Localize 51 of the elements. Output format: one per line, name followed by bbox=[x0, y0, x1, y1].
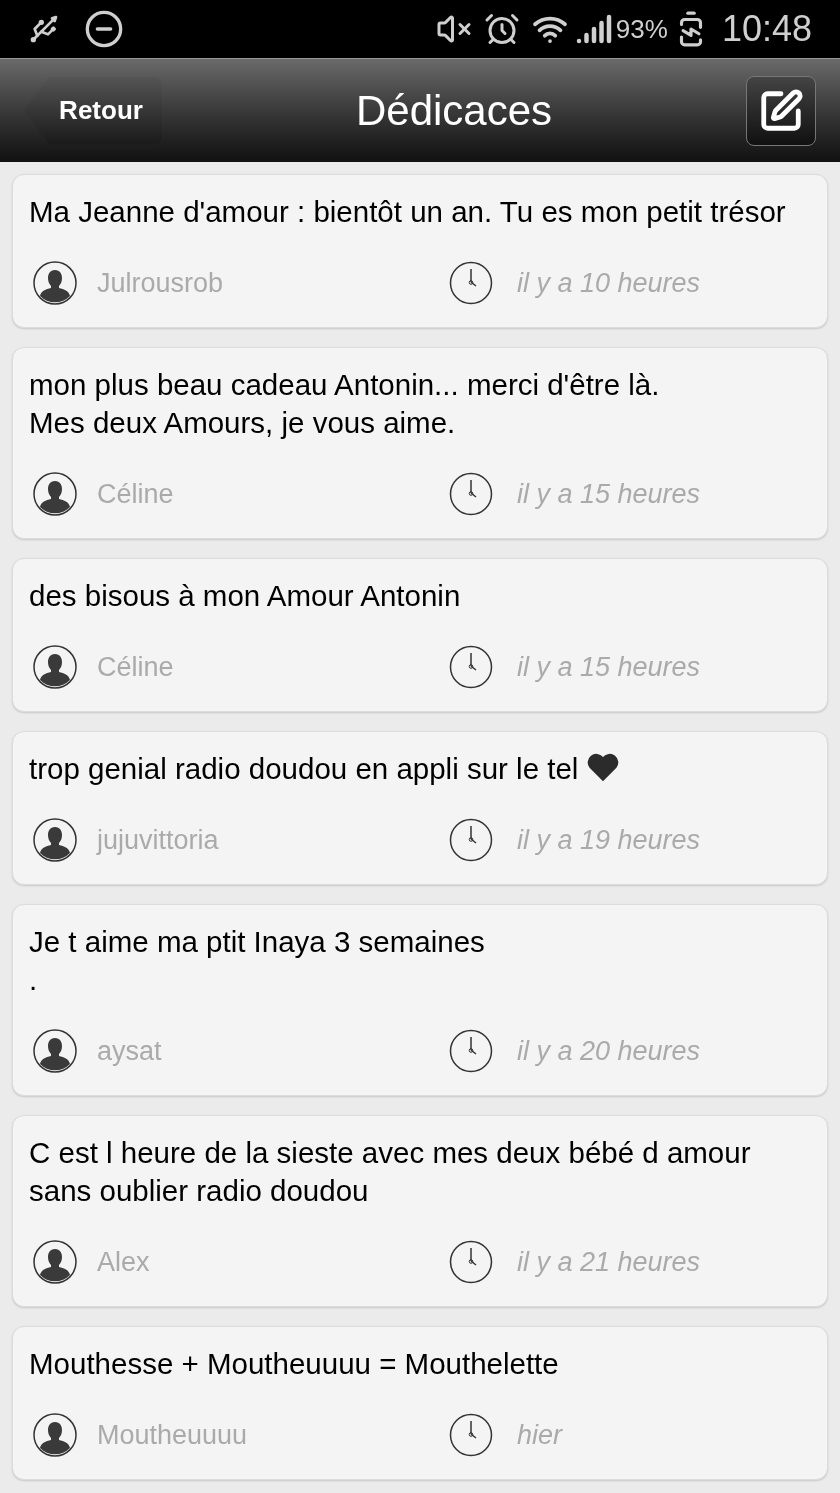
author-name: jujuvittoria bbox=[97, 823, 219, 857]
user-avatar-icon bbox=[33, 645, 77, 689]
dedication-card[interactable]: des bisous à mon Amour Antonin Céline il y a 15 heures bbox=[12, 558, 828, 712]
user-avatar-icon bbox=[33, 1413, 77, 1457]
clock-icon bbox=[449, 818, 493, 862]
user-avatar-icon bbox=[33, 261, 77, 305]
clock-icon bbox=[449, 1029, 493, 1073]
alarm-icon bbox=[483, 11, 520, 47]
page-title: Dédicaces bbox=[355, 86, 553, 136]
edit-icon bbox=[758, 87, 804, 134]
compose-button[interactable] bbox=[746, 75, 816, 146]
author-name: aysat bbox=[97, 1034, 162, 1068]
author-name: Julrousrob bbox=[97, 266, 224, 300]
clock-icon bbox=[449, 1413, 493, 1457]
clock-icon bbox=[449, 645, 493, 689]
clock-time: 10:48 bbox=[721, 7, 812, 51]
battery-level: 93% bbox=[615, 12, 668, 46]
author-name: Alex bbox=[97, 1245, 150, 1279]
dedication-card[interactable]: Ma Jeanne d'amour : bientôt un an. Tu es mon petit trésor Julrousrob il y a 10 heures bbox=[12, 174, 828, 328]
posted-time: il y a 10 heures bbox=[517, 266, 701, 300]
do-not-disturb-icon bbox=[84, 9, 124, 49]
posted-time: il y a 19 heures bbox=[517, 823, 701, 857]
user-avatar-icon bbox=[33, 1029, 77, 1073]
dedication-card[interactable]: C est l heure de la sieste avec mes deux bébé d amour sans oublier radio doudou Alex il y a 21 heures bbox=[12, 1115, 828, 1307]
dedication-message: des bisous à mon Amour Antonin bbox=[29, 578, 462, 614]
posted-time: il y a 20 heures bbox=[517, 1034, 701, 1068]
back-button[interactable]: Retour bbox=[24, 76, 162, 145]
posted-time: il y a 21 heures bbox=[517, 1245, 701, 1279]
dedication-card[interactable]: trop genial radio doudou en appli sur le tel jujuvittoria il y a 19 heures bbox=[12, 731, 828, 885]
clock-icon bbox=[449, 1240, 493, 1284]
author-name: Céline bbox=[97, 477, 174, 511]
dedication-message: Mouthesse + Moutheuuuu = Mouthelette bbox=[29, 1346, 560, 1382]
dedication-message: mon plus beau cadeau Antonin... merci d'être là. Mes deux Amours, je vous aime. bbox=[29, 367, 661, 441]
clock-icon bbox=[449, 472, 493, 516]
dedication-card[interactable]: mon plus beau cadeau Antonin... merci d'être là. Mes deux Amours, je vous aime. Céline il y a 15 heures bbox=[12, 347, 828, 539]
usb-icon bbox=[28, 13, 60, 45]
posted-time: il y a 15 heures bbox=[517, 477, 701, 511]
dedication-message: Ma Jeanne d'amour : bientôt un an. Tu es mon petit trésor bbox=[29, 194, 787, 230]
dedication-message: C est l heure de la sieste avec mes deux bébé d amour sans oublier radio doudou bbox=[29, 1135, 752, 1209]
clock-icon bbox=[449, 261, 493, 305]
dedication-message: trop genial radio doudou en appli sur le tel bbox=[29, 750, 811, 788]
author-name: Moutheuuuu bbox=[97, 1418, 248, 1452]
posted-time: hier bbox=[517, 1418, 563, 1452]
author-name: Céline bbox=[97, 650, 174, 684]
dedication-card[interactable]: Mouthesse + Moutheuuuu = Mouthelette Moutheuuuu hier bbox=[12, 1326, 828, 1480]
dedication-card[interactable]: Je t aime ma ptit Inaya 3 semaines . aysat il y a 20 heures bbox=[12, 904, 828, 1096]
posted-time: il y a 15 heures bbox=[517, 650, 701, 684]
dedication-message: Je t aime ma ptit Inaya 3 semaines . bbox=[29, 924, 486, 998]
user-avatar-icon bbox=[33, 1240, 77, 1284]
user-avatar-icon bbox=[33, 472, 77, 516]
user-avatar-icon bbox=[33, 818, 77, 862]
